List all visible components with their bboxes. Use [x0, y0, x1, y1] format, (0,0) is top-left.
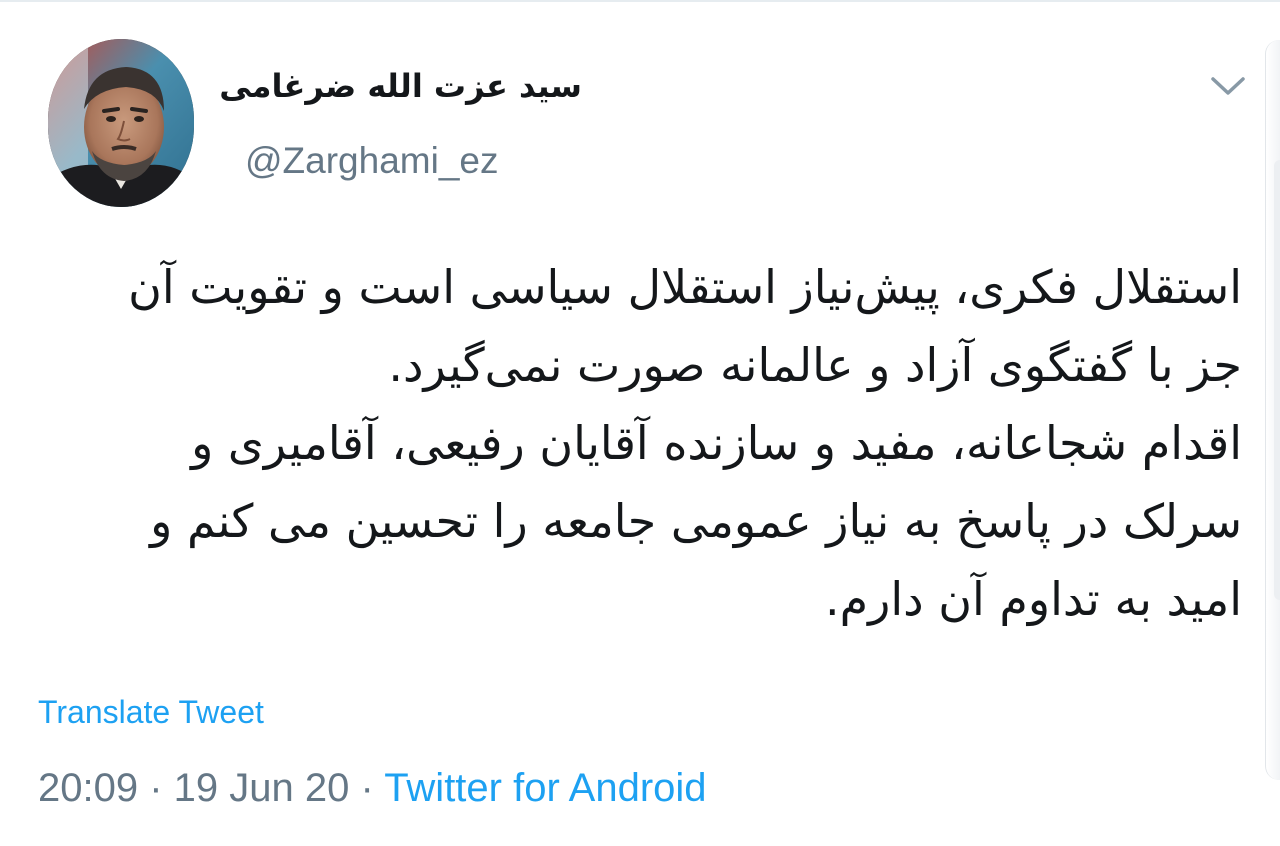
meta-separator: · — [349, 766, 385, 810]
display-name[interactable]: سید عزت الله ضرغامی — [200, 64, 582, 108]
chevron-down-icon[interactable] — [1206, 66, 1250, 106]
tweet-date[interactable]: 19 Jun 20 — [174, 766, 350, 810]
translate-tweet-link[interactable]: Translate Tweet — [38, 692, 264, 732]
tweet-text-line: استقلال فکری، پیش‌نیاز استقلال سیاسی است… — [128, 260, 1242, 314]
tweet-source-link[interactable]: Twitter for Android — [384, 766, 706, 810]
tweet-metadata: 20:09 · 19 Jun 20 · Twitter for Android — [38, 764, 707, 812]
tweet-text-line: اقدام شجاعانه، مفید و سازنده آقایان رفیع… — [191, 416, 1242, 470]
tweet-time[interactable]: 20:09 — [38, 766, 138, 810]
tweet-text-line: سرلک در پاسخ به نیاز عمومی جامعه را تحسی… — [150, 494, 1242, 548]
meta-separator: · — [138, 766, 174, 810]
tweet-text-line: جز با گفتگوی آزاد و عالمانه صورت نمی‌گیر… — [388, 338, 1242, 392]
tweet-card: سید عزت الله ضرغامی @Zarghami_ez استقلال… — [0, 0, 1280, 846]
tweet-text-line: امید به تداوم آن دارم. — [825, 572, 1242, 626]
scrollbar[interactable] — [1265, 40, 1280, 780]
avatar-photo — [48, 39, 194, 207]
user-handle[interactable]: @Zarghami_ez — [245, 138, 499, 184]
avatar[interactable] — [48, 39, 194, 207]
tweet-text: استقلال فکری، پیش‌نیاز استقلال سیاسی است… — [30, 248, 1242, 638]
top-divider — [0, 0, 1280, 2]
